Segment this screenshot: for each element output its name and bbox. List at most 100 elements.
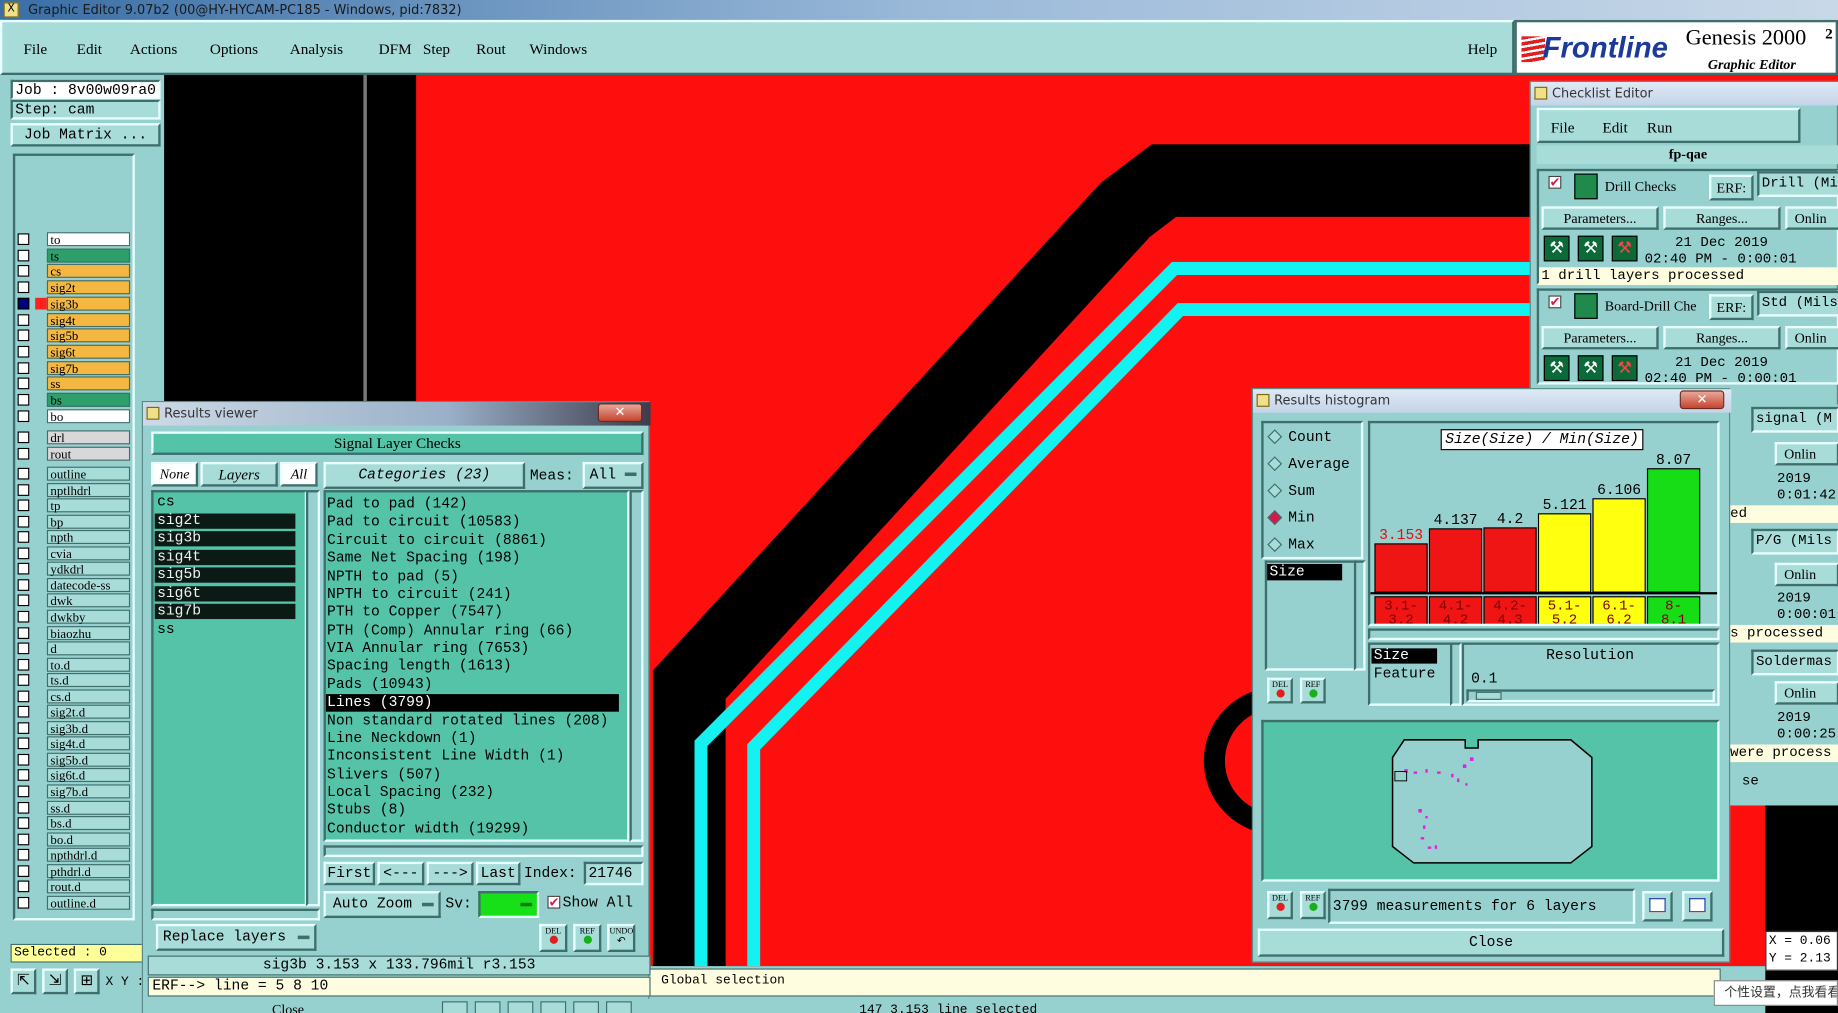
layer-checkbox[interactable] — [17, 817, 30, 830]
last-button[interactable]: Last — [475, 861, 521, 886]
layer-name[interactable]: ss — [46, 376, 131, 392]
drill-erf-field[interactable]: Drill (Mi — [1757, 171, 1838, 197]
layer-name[interactable]: sig6t.d — [46, 768, 131, 784]
layer-checkbox[interactable] — [17, 785, 30, 798]
rv-tool-icon-6[interactable] — [606, 1001, 632, 1013]
prev-button[interactable]: <--- — [377, 861, 425, 886]
layer-row[interactable]: cs.d — [14, 689, 131, 704]
board-run-all-icon[interactable]: ⚒ — [1577, 355, 1604, 382]
bin-feature[interactable]: Feature — [1374, 666, 1436, 682]
layer-list-item[interactable]: sig7b — [154, 603, 296, 620]
layer-checkbox[interactable] — [17, 265, 30, 278]
result-category[interactable]: PTH (Comp) Annular ring (66) — [326, 622, 619, 640]
layer-name[interactable]: sig7b.d — [46, 784, 131, 800]
layer-row[interactable]: biaozhu — [14, 625, 131, 641]
drill-parameters-button[interactable]: Parameters... — [1541, 206, 1659, 230]
sv-color-dropdown[interactable] — [478, 891, 540, 919]
first-button[interactable]: First — [323, 861, 376, 886]
layer-name[interactable]: sig3b.d — [46, 720, 131, 736]
drill-online-button[interactable]: Onlin — [1785, 206, 1838, 230]
layer-row[interactable]: ts — [14, 248, 131, 263]
layer-checkbox[interactable] — [17, 737, 30, 750]
result-category[interactable]: Conductor width (19299) — [326, 821, 619, 839]
layer-name[interactable]: npthdrl.d — [46, 847, 131, 863]
meas-dropdown[interactable]: All — [582, 461, 644, 489]
layer-row[interactable]: bs — [14, 392, 131, 408]
layer-row[interactable]: to.d — [14, 657, 131, 673]
checklist-menu-file[interactable]: File — [1551, 118, 1575, 137]
board-online-button[interactable]: Onlin — [1785, 325, 1838, 350]
results-hscroll[interactable] — [323, 845, 644, 858]
layer-name[interactable]: drl — [46, 430, 131, 446]
bin-size[interactable]: Size — [1371, 648, 1438, 664]
stop-icon[interactable]: ⚒ — [1611, 235, 1638, 262]
layer-name[interactable]: d — [46, 641, 131, 657]
auto-zoom-dropdown[interactable]: Auto Zoom — [323, 891, 441, 919]
layer-row[interactable]: cvia — [14, 546, 131, 561]
layer-name[interactable]: rout — [46, 446, 131, 462]
drill-checks-label[interactable]: Drill Checks — [1605, 178, 1677, 196]
result-category[interactable]: Local Spacing (232) — [326, 784, 619, 802]
results-scrollbar[interactable] — [629, 490, 644, 842]
layer-row[interactable]: sig7b.d — [14, 784, 131, 800]
layer-row[interactable]: sig5b.d — [14, 752, 131, 768]
none-button[interactable]: None — [151, 461, 199, 487]
pg-erf-field[interactable]: P/G (Mils — [1751, 528, 1838, 555]
layer-checkbox[interactable] — [17, 297, 30, 310]
result-category[interactable]: Stubs (8) — [326, 802, 619, 820]
layer-checkbox[interactable] — [17, 626, 30, 639]
close-partial[interactable]: se — [1742, 773, 1759, 789]
layer-checkbox[interactable] — [17, 447, 30, 460]
layer-name[interactable]: to.d — [46, 657, 131, 673]
sm-erf-field[interactable]: Soldermas — [1751, 649, 1838, 676]
board-ranges-button[interactable]: Ranges... — [1663, 325, 1781, 350]
layer-checkbox[interactable] — [17, 674, 30, 687]
layer-list-item[interactable]: sig6t — [154, 585, 296, 601]
layer-row[interactable]: sig3b — [14, 296, 131, 312]
layer-name[interactable]: outline.d — [46, 895, 131, 911]
layer-name[interactable]: sig3b — [46, 296, 131, 312]
layer-row[interactable]: sig2t.d — [14, 704, 131, 720]
layer-name[interactable]: ts.d — [46, 673, 131, 688]
layer-name[interactable]: rout.d — [46, 879, 131, 895]
drill-checks-checkmark[interactable]: ✔ — [1548, 175, 1562, 189]
layer-checkbox[interactable] — [17, 642, 30, 655]
result-category[interactable]: Circuit to circuit (8861) — [326, 532, 619, 550]
layer-row[interactable]: sig7b — [14, 360, 131, 376]
rv-close-button[interactable]: Close — [272, 1001, 304, 1013]
board-erf-button[interactable]: ERF: — [1709, 294, 1754, 321]
layer-name[interactable]: ydkdrl — [46, 561, 131, 577]
drill-ranges-button[interactable]: Ranges... — [1663, 206, 1781, 230]
board-stop-icon[interactable]: ⚒ — [1611, 355, 1638, 382]
histogram-close-button[interactable]: Close — [1257, 928, 1725, 957]
layer-name[interactable]: pthdrl.d — [46, 863, 131, 879]
layer-checkbox[interactable] — [17, 769, 30, 782]
layer-row[interactable]: cs — [14, 264, 131, 280]
menu-actions[interactable]: Actions — [130, 40, 177, 59]
layer-name[interactable]: sig6t — [46, 344, 131, 360]
undo-button[interactable]: UNDO ↶ — [607, 923, 636, 953]
result-category[interactable]: Pad to pad (142) — [326, 496, 619, 514]
layer-name[interactable]: sig2t.d — [46, 704, 131, 720]
next-button[interactable]: ---> — [426, 861, 474, 886]
layer-checkbox[interactable] — [17, 610, 30, 623]
layer-row[interactable]: sig3b.d — [14, 720, 131, 736]
result-category[interactable]: Line Neckdown (1) — [326, 730, 619, 748]
result-category[interactable]: NPTH to circuit (241) — [326, 586, 619, 604]
layer-name[interactable]: sig5b — [46, 328, 131, 344]
layer-checkbox[interactable] — [17, 345, 30, 358]
close-icon[interactable]: ✕ — [597, 403, 643, 423]
layer-row[interactable]: pthdrl.d — [14, 863, 131, 879]
categories-button[interactable]: Categories (23) — [323, 461, 526, 489]
rv-tool-icon-2[interactable] — [474, 1001, 501, 1013]
layer-checkbox[interactable] — [17, 393, 30, 406]
slider-handle[interactable] — [1475, 691, 1502, 700]
histogram-bar[interactable] — [1537, 513, 1592, 593]
sm-online-button[interactable]: Onlin — [1774, 681, 1838, 705]
all-button[interactable]: All — [280, 461, 318, 487]
hist-ref-button-2[interactable]: REF — [1299, 891, 1326, 920]
histogram-bar[interactable] — [1428, 528, 1483, 593]
layer-list-item[interactable]: sig3b — [154, 531, 296, 547]
layer-row[interactable]: bo.d — [14, 832, 131, 847]
layer-name[interactable]: sig4t.d — [46, 736, 131, 752]
